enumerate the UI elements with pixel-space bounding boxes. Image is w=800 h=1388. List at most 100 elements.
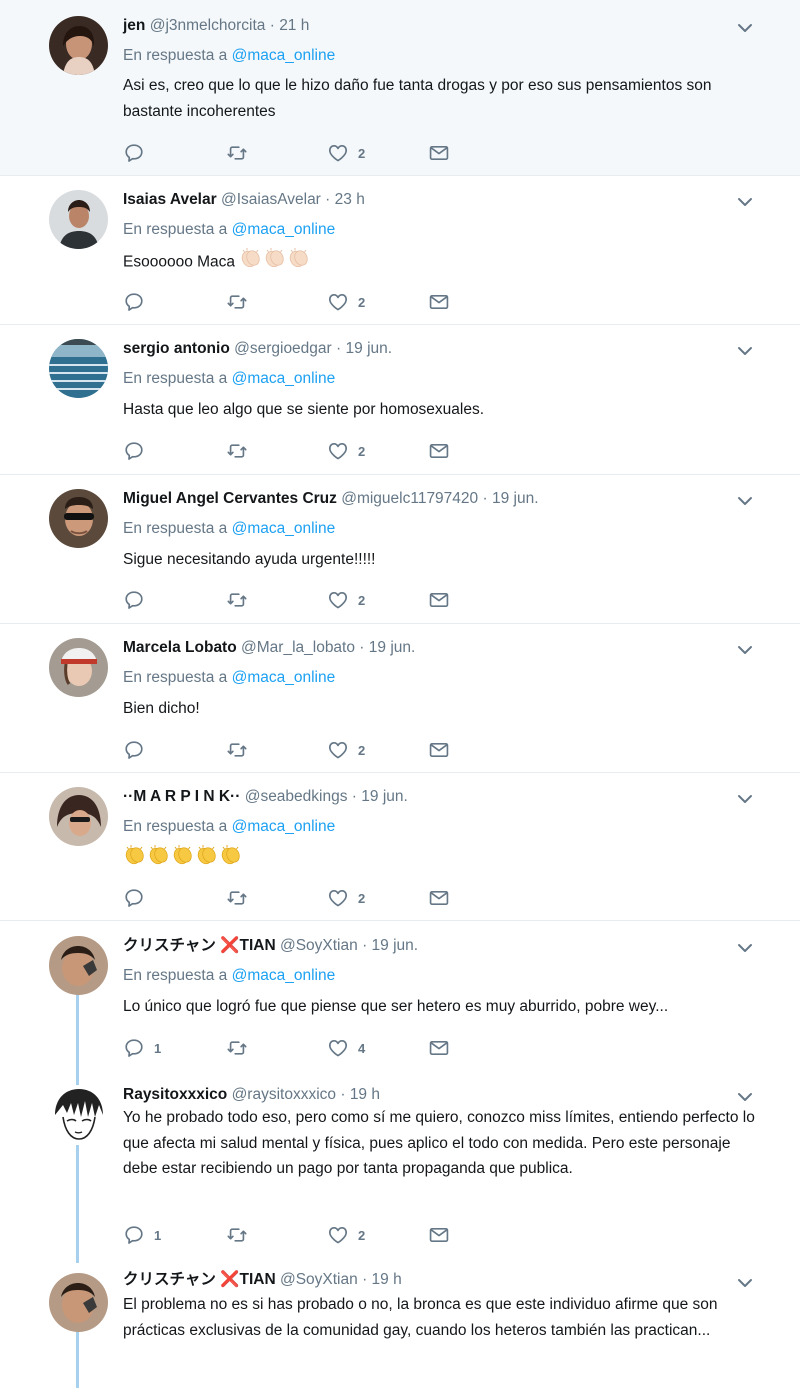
mention-link[interactable]: @maca_online <box>232 669 336 686</box>
like-button[interactable]: 2 <box>327 290 365 314</box>
author-handle[interactable]: @SoyXtian <box>280 937 358 954</box>
like-button[interactable]: 2 <box>327 738 365 762</box>
like-button[interactable]: 2 <box>327 588 365 612</box>
tweet[interactable]: クリスチャン ❌TIAN @SoyXtian · 19 jun. En resp… <box>0 921 800 1071</box>
author-name[interactable]: ··M A R P I N K·· <box>123 788 240 805</box>
chevron-down-icon[interactable] <box>737 1277 753 1289</box>
reply-button[interactable] <box>123 141 154 165</box>
reply-icon <box>123 1037 145 1059</box>
mention-link[interactable]: @maca_online <box>232 221 336 238</box>
author-name[interactable]: Isaias Avelar <box>123 191 217 208</box>
timestamp[interactable]: 19 jun. <box>369 639 416 656</box>
author-handle[interactable]: @seabedkings <box>245 788 348 805</box>
reply-button[interactable] <box>123 886 154 910</box>
avatar[interactable] <box>49 936 108 995</box>
timestamp[interactable]: 19 jun. <box>492 490 539 507</box>
like-button[interactable]: 2 <box>327 1223 365 1247</box>
message-button[interactable] <box>428 1223 450 1247</box>
message-button[interactable] <box>428 886 450 910</box>
tweet[interactable]: jen @j3nmelchorcita · 21 h En respuesta … <box>0 0 800 176</box>
mention-link[interactable]: @maca_online <box>232 47 336 64</box>
author-name[interactable]: Raysitoxxxico <box>123 1086 227 1103</box>
message-button[interactable] <box>428 290 450 314</box>
author-handle[interactable]: @SoyXtian <box>280 1271 358 1288</box>
chevron-down-icon[interactable] <box>737 196 753 208</box>
message-button[interactable] <box>428 141 450 165</box>
tweet[interactable]: Marcela Lobato @Mar_la_lobato · 19 jun. … <box>0 624 800 773</box>
tweet[interactable]: ··M A R P I N K·· @seabedkings · 19 jun.… <box>0 773 800 921</box>
author-handle[interactable]: @sergioedgar <box>234 340 332 357</box>
timestamp[interactable]: 21 h <box>279 17 309 34</box>
author-name[interactable]: Miguel Angel Cervantes Cruz <box>123 490 337 507</box>
reply-button[interactable]: 1 <box>123 1036 161 1060</box>
reply-button[interactable]: 1 <box>123 1223 161 1247</box>
chevron-down-icon[interactable] <box>737 22 753 34</box>
author-handle[interactable]: @j3nmelchorcita <box>150 17 266 34</box>
author-name[interactable]: クリスチャン ❌TIAN <box>123 937 276 954</box>
message-button[interactable] <box>428 588 450 612</box>
reply-button[interactable] <box>123 738 154 762</box>
retweet-button[interactable] <box>226 439 257 463</box>
like-button[interactable]: 2 <box>327 439 365 463</box>
tweet[interactable]: sergio antonio @sergioedgar · 19 jun. En… <box>0 325 800 475</box>
envelope-icon <box>428 1224 450 1246</box>
author-name[interactable]: jen <box>123 17 145 34</box>
reply-button[interactable] <box>123 439 154 463</box>
chevron-down-icon[interactable] <box>737 495 753 507</box>
retweet-button[interactable] <box>226 1036 257 1060</box>
chevron-down-icon[interactable] <box>737 644 753 656</box>
avatar[interactable] <box>49 190 108 249</box>
timestamp[interactable]: 19 h <box>372 1271 402 1288</box>
reply-button[interactable] <box>123 588 154 612</box>
timestamp[interactable]: 19 jun. <box>361 788 408 805</box>
message-button[interactable] <box>428 738 450 762</box>
reply-context: En respuesta a @maca_online <box>123 220 335 240</box>
retweet-icon <box>226 1224 248 1246</box>
reply-icon <box>123 440 145 462</box>
tweet[interactable]: Raysitoxxxico @raysitoxxxico · 19 h Yo h… <box>0 1071 800 1263</box>
retweet-button[interactable] <box>226 886 257 910</box>
retweet-button[interactable] <box>226 588 257 612</box>
chevron-down-icon[interactable] <box>737 793 753 805</box>
mention-link[interactable]: @maca_online <box>232 520 336 537</box>
reply-button[interactable] <box>123 290 154 314</box>
retweet-button[interactable] <box>226 290 257 314</box>
like-button[interactable]: 4 <box>327 1036 365 1060</box>
retweet-button[interactable] <box>226 141 257 165</box>
timestamp[interactable]: 19 h <box>350 1086 380 1103</box>
author-name[interactable]: クリスチャン ❌TIAN <box>123 1271 276 1288</box>
author-name[interactable]: Marcela Lobato <box>123 639 237 656</box>
timestamp[interactable]: 23 h <box>335 191 365 208</box>
author-handle[interactable]: @Mar_la_lobato <box>241 639 355 656</box>
tweet[interactable]: Miguel Angel Cervantes Cruz @miguelc1179… <box>0 475 800 624</box>
like-count: 2 <box>358 742 366 758</box>
avatar[interactable] <box>49 787 108 846</box>
avatar[interactable] <box>49 1085 108 1144</box>
tweet[interactable]: クリスチャン ❌TIAN @SoyXtian · 19 h El problem… <box>0 1263 800 1388</box>
mention-link[interactable]: @maca_online <box>232 967 336 984</box>
chevron-down-icon[interactable] <box>737 345 753 357</box>
author-handle[interactable]: @miguelc11797420 <box>341 490 478 507</box>
chevron-down-icon[interactable] <box>737 942 753 954</box>
author-handle[interactable]: @IsaiasAvelar <box>221 191 321 208</box>
message-button[interactable] <box>428 439 450 463</box>
tweet[interactable]: Isaias Avelar @IsaiasAvelar · 23 h En re… <box>0 176 800 325</box>
avatar[interactable] <box>49 16 108 75</box>
timestamp[interactable]: 19 jun. <box>346 340 393 357</box>
mention-link[interactable]: @maca_online <box>232 370 336 387</box>
avatar[interactable] <box>49 1273 108 1332</box>
avatar[interactable] <box>49 638 108 697</box>
avatar[interactable] <box>49 339 108 398</box>
author-handle[interactable]: @raysitoxxxico <box>232 1086 336 1103</box>
mention-link[interactable]: @maca_online <box>232 818 336 835</box>
message-button[interactable] <box>428 1036 450 1060</box>
like-button[interactable]: 2 <box>327 141 365 165</box>
like-button[interactable]: 2 <box>327 886 365 910</box>
chevron-down-icon[interactable] <box>737 1091 753 1103</box>
author-name[interactable]: sergio antonio <box>123 340 230 357</box>
timestamp[interactable]: 19 jun. <box>372 937 419 954</box>
retweet-button[interactable] <box>226 738 257 762</box>
avatar[interactable] <box>49 489 108 548</box>
reply-icon <box>123 739 145 761</box>
retweet-button[interactable] <box>226 1223 257 1247</box>
